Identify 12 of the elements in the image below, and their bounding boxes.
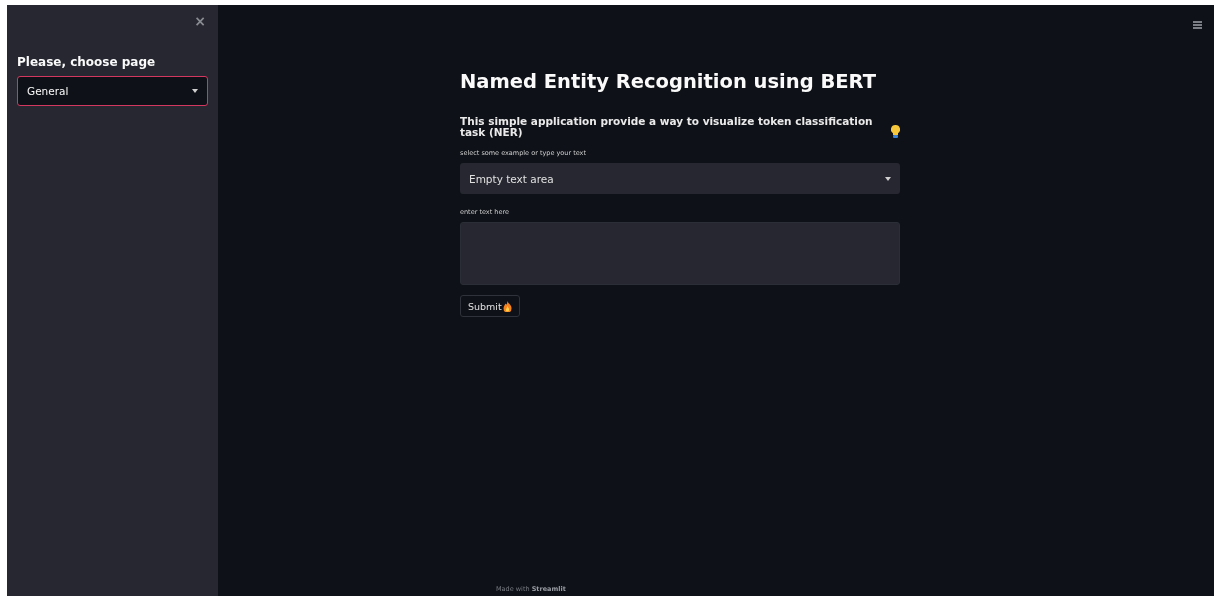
subtitle: This simple application provide a way to visualize token classification task (NER) xyxy=(460,116,874,138)
page-select[interactable]: General xyxy=(17,76,208,106)
close-button[interactable]: × xyxy=(192,14,208,28)
sidebar-heading: Please, choose page xyxy=(17,55,157,69)
submit-button[interactable]: Submit xyxy=(460,295,520,317)
menu-icon[interactable] xyxy=(1193,21,1202,29)
flame-icon xyxy=(502,300,512,312)
example-select[interactable]: Empty text area xyxy=(460,163,900,194)
lightbulb-icon xyxy=(891,125,900,138)
page-title: Named Entity Recognition using BERT xyxy=(460,70,878,93)
caret-icon xyxy=(885,176,891,181)
caret-icon xyxy=(192,89,198,93)
